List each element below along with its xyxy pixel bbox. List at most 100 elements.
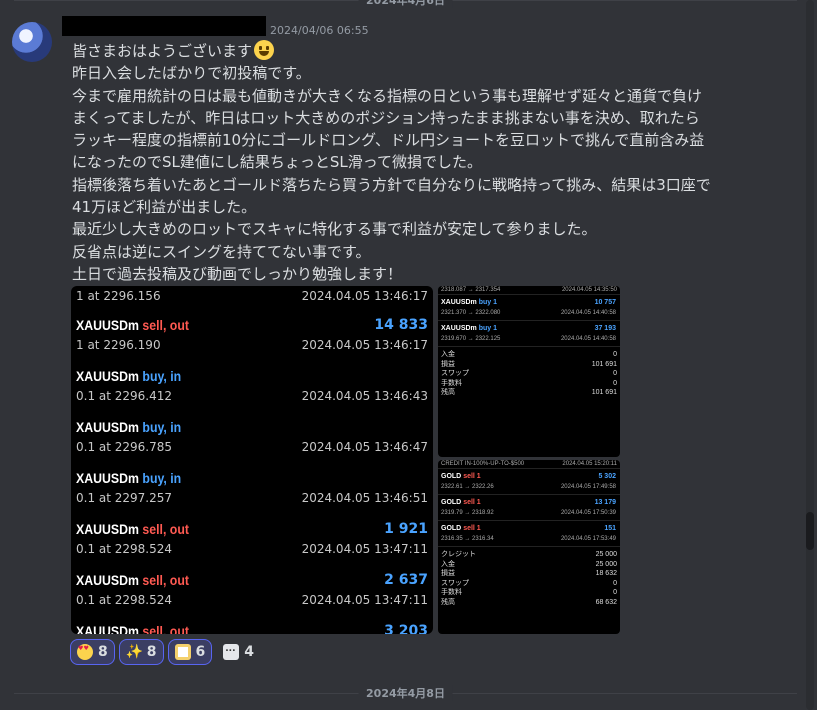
date-divider-top: 2024年4月6日 xyxy=(14,0,797,8)
summary-value: 25 000 xyxy=(595,551,617,558)
summary-row: 損益 18 632 xyxy=(441,569,617,579)
message-line: 最近少し大きめのロットでスキャに特化する事で利益が安定して参りました。 xyxy=(72,220,597,239)
date-divider-label: 2024年4月8日 xyxy=(358,685,453,701)
reactions-bar: 8 ✨ 8 6 4 xyxy=(70,639,261,665)
symbol-name: GOLD xyxy=(441,473,462,480)
trade-history-screenshot[interactable]: 1 at 2296.156 2024.04.05 13:46:17 XAUUSD… xyxy=(71,286,433,634)
symbol-name: GOLD xyxy=(441,525,462,532)
calendar-icon xyxy=(174,644,191,660)
trade-row: XAUUSDm buy 1 37 193 2319.670 → 2322.125 20… xyxy=(438,321,620,347)
trade-side: buy, in xyxy=(142,470,182,486)
trade-price-range: 2316.35 → 2316.34 xyxy=(441,536,494,542)
trade-summary-screenshot-2[interactable]: CREDIT IN-100%-UP-TO-$500 2024.04.05 15:… xyxy=(438,460,620,634)
summary-row: スワップ 0 xyxy=(441,579,617,589)
screenshot-header: 2318.087 → 2317.354 2024.04.05 14:35:50 xyxy=(438,286,620,295)
trade-profit: 13 179 xyxy=(594,499,616,506)
message-timestamp[interactable]: 2024/04/06 06:55 xyxy=(270,24,369,37)
trade-symbol: XAUUSDm sell, out xyxy=(76,572,189,588)
reaction-heart-eyes[interactable]: 8 xyxy=(70,639,115,665)
summary-label: 手数料 xyxy=(441,589,462,596)
message-line: 41万ほど利益が出ました。 xyxy=(72,198,257,217)
symbol-name: XAUUSDm xyxy=(76,317,139,333)
trade-row: XAUUSDm sell, out 14 833 1 at 2296.190 2024… xyxy=(71,308,433,359)
trade-detail: 1 at 2296.190 xyxy=(76,338,161,352)
trade-row: XAUUSDm buy, in 0.1 at 2297.257 2024.04.05… xyxy=(71,461,433,512)
message-line: 指標後落ち着いたあとゴールド落ちたら買う方針で自分なりに戦略持って挑み、結果は3… xyxy=(72,175,711,194)
date-divider-label: 2024年4月6日 xyxy=(358,0,453,8)
reaction-sparkles[interactable]: ✨ 8 xyxy=(118,639,164,665)
trade-profit: 37 193 xyxy=(594,325,616,332)
trade-row: XAUUSDm sell, out 2 637 0.1 at 2298.524 202… xyxy=(71,563,433,614)
trade-summary-screenshot-1[interactable]: 2318.087 → 2317.354 2024.04.05 14:35:50 … xyxy=(438,286,620,457)
symbol-name: XAUUSDm xyxy=(76,521,139,537)
message-line: 反省点は逆にスイングを持ててない事です。 xyxy=(72,242,371,261)
trade-time: 2024.04.05 14:40:58 xyxy=(560,336,616,342)
trade-profit: 14 833 xyxy=(374,317,428,333)
summary-label: 損益 xyxy=(441,570,455,577)
message-line: 土日で過去投稿及び動画でしっかり勉強します！ xyxy=(72,264,403,283)
summary-row: 損益 101 691 xyxy=(441,360,617,370)
trade-profit: 151 xyxy=(604,525,616,532)
summary-label: 手数料 xyxy=(441,379,462,387)
summary-value: 0 xyxy=(613,379,617,387)
symbol-name: XAUUSDm xyxy=(76,623,139,634)
screenshot-header: CREDIT IN-100%-UP-TO-$500 2024.04.05 15:… xyxy=(438,460,620,469)
trade-symbol: XAUUSDm buy 1 xyxy=(441,299,497,306)
trade-time: 2024.04.05 17:50:39 xyxy=(560,510,616,516)
summary-value: 0 xyxy=(613,370,617,377)
trade-symbol: GOLD sell 1 xyxy=(441,499,481,506)
message-line: まくってましたが、昨日はロット大きめのポジション持ったまま挑まない事を決め、取れ… xyxy=(72,108,700,127)
trade-side: sell, out xyxy=(142,317,189,333)
summary-row: スワップ 0 xyxy=(441,369,617,379)
trade-side: buy, in xyxy=(142,368,182,384)
trade-row: XAUUSDm buy, in 0.1 at 2296.785 2024.04.05… xyxy=(71,410,433,461)
summary-label: スワップ xyxy=(441,579,469,587)
summary-value: 68 632 xyxy=(595,598,617,606)
trade-row: XAUUSDm buy, in 0.1 at 2296.412 2024.04.05… xyxy=(71,359,433,410)
symbol-name: XAUUSDm xyxy=(76,419,139,435)
trade-symbol: GOLD sell 1 xyxy=(441,473,481,480)
trade-symbol: XAUUSDm buy, in xyxy=(76,470,181,486)
trade-detail: 0.1 at 2296.785 xyxy=(76,440,173,454)
document-icon xyxy=(223,644,240,660)
redacted-username xyxy=(62,16,266,36)
trade-time: 2024.04.05 14:40:58 xyxy=(560,310,616,316)
scrollbar-thumb[interactable] xyxy=(806,512,814,550)
trade-profit: 10 757 xyxy=(594,299,616,306)
summary-value: 101 691 xyxy=(591,360,617,368)
trade-time: 2024.04.05 13:46:17 xyxy=(301,338,428,352)
symbol-name: XAUUSDm xyxy=(441,299,477,306)
summary-row: 入金 25 000 xyxy=(441,560,617,570)
trade-time: 2024.04.05 13:47:11 xyxy=(301,593,428,607)
symbol-name: XAUUSDm xyxy=(441,325,477,332)
trade-side: buy 1 xyxy=(478,325,498,332)
summary-row: 手数料 0 xyxy=(441,588,617,598)
message-line: になったのでSL建値にし結果ちょっとSL滑って微損でした。 xyxy=(72,153,483,172)
trade-row: XAUUSDm buy 1 10 757 2321.370 → 2322.080 20… xyxy=(438,295,620,321)
date-divider-bottom: 2024年4月8日 xyxy=(14,685,797,701)
summary-label: スワップ xyxy=(441,370,469,377)
trade-symbol: XAUUSDm buy 1 xyxy=(441,325,497,332)
reaction-document[interactable]: 4 xyxy=(216,639,261,665)
trade-row: GOLD sell 1 13 179 2319.79 → 2318.92 2024.0… xyxy=(438,495,620,521)
message-line: 皆さまおはようございます xyxy=(72,40,772,62)
trade-symbol: XAUUSDm sell, out xyxy=(76,317,189,333)
message-line: 今まで雇用統計の日は最も値動きが大きくなる指標の日という事も理解せず延々と通貨で… xyxy=(72,86,703,105)
trade-price-range: 2322.61 → 2322.26 xyxy=(441,484,494,490)
symbol-name: GOLD xyxy=(441,499,462,506)
trade-row: GOLD sell 1 5 302 2322.61 → 2322.26 2024.04… xyxy=(438,469,620,495)
summary-label: 残高 xyxy=(441,389,455,396)
trade-detail: 0.1 at 2298.524 xyxy=(76,593,173,607)
scrollbar[interactable] xyxy=(806,0,814,710)
summary-value: 0 xyxy=(613,589,617,596)
summary-value: 25 000 xyxy=(595,560,617,568)
trade-side: buy, in xyxy=(142,419,182,435)
avatar[interactable] xyxy=(12,22,52,62)
summary-row: 手数料 0 xyxy=(441,379,617,389)
trade-side: sell, out xyxy=(142,623,189,634)
symbol-name: XAUUSDm xyxy=(76,368,139,384)
smile-emoji-icon xyxy=(254,40,275,60)
summary-value: 101 691 xyxy=(591,389,617,396)
reaction-calendar[interactable]: 6 xyxy=(167,639,213,665)
trade-side: sell 1 xyxy=(463,473,481,480)
